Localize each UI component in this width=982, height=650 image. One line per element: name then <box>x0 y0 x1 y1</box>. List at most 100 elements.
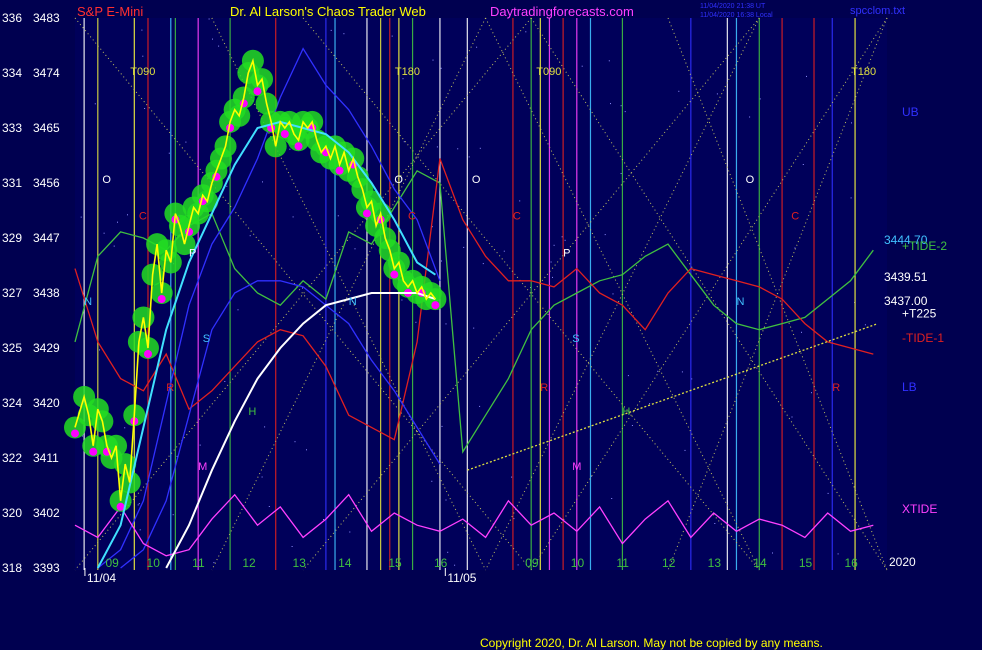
marker-label: C <box>139 211 147 223</box>
star-dot <box>354 248 356 250</box>
star-dot <box>113 245 115 247</box>
star-dot <box>436 146 438 148</box>
y-tick-label-right: 3420 <box>33 396 60 410</box>
star-dot <box>581 65 583 67</box>
x-tick-label: 14 <box>753 556 767 570</box>
y-tick-label-right: 3447 <box>33 231 60 245</box>
magenta-dot <box>390 270 399 279</box>
star-dot <box>482 263 484 265</box>
star-dot <box>503 250 505 252</box>
y-tick-label-left: 336 <box>2 11 22 25</box>
chaos-trader-chart: OCPNSRHMNOCOCPSRHMNOCR T090 T180 T090 T180 … <box>0 0 982 650</box>
file-name: spcclom.txt <box>850 5 905 17</box>
series-label: UB <box>902 105 919 119</box>
y-tick-label-left: 329 <box>2 231 22 245</box>
site-link[interactable]: Daytradingforecasts.com <box>490 4 634 19</box>
star-dot <box>137 504 139 506</box>
marker-label: P <box>189 247 196 259</box>
y-tick-label-right: 3483 <box>33 11 60 25</box>
star-dot <box>212 38 213 40</box>
magenta-dot <box>280 130 289 138</box>
x-tick-label: 09 <box>525 556 539 570</box>
star-dot <box>627 375 629 377</box>
flow-label: T090 <box>536 66 561 78</box>
star-dot <box>620 105 622 107</box>
star-dot <box>811 392 812 394</box>
star-dot <box>291 546 293 547</box>
marker-label: O <box>746 174 755 186</box>
star-dot <box>564 239 566 241</box>
marker-label: H <box>622 406 630 418</box>
marker-label: H <box>248 406 256 418</box>
star-dot <box>561 236 563 238</box>
x-tick-label: 15 <box>799 556 813 570</box>
star-dot <box>441 425 443 427</box>
star-dot <box>302 287 303 289</box>
star-dot <box>172 514 174 516</box>
star-dot <box>649 403 651 405</box>
star-dot <box>476 46 478 48</box>
x-tick-label: 15 <box>388 556 402 570</box>
star-dot <box>124 427 126 429</box>
star-dot <box>552 276 553 278</box>
y-tick-label-right: 3411 <box>33 451 59 465</box>
y-tick-label-left: 322 <box>2 451 22 465</box>
star-dot <box>850 197 852 199</box>
copyright: Copyright 2020, Dr. Al Larson. May not b… <box>480 636 823 650</box>
star-dot <box>791 416 793 418</box>
x-tick-label: 11 <box>192 556 205 570</box>
star-dot <box>806 75 807 77</box>
star-dot <box>337 215 339 217</box>
star-dot <box>445 323 447 325</box>
star-dot <box>657 370 659 372</box>
star-dot <box>468 156 470 158</box>
star-dot <box>612 293 614 295</box>
star-dot <box>432 59 434 61</box>
star-dot <box>684 449 686 451</box>
star-dot <box>292 216 294 218</box>
star-dot <box>224 381 226 382</box>
star-dot <box>218 45 220 47</box>
marker-label: C <box>408 211 416 223</box>
star-dot <box>517 564 519 566</box>
series-label: -TIDE-1 <box>902 331 944 345</box>
star-dot <box>138 503 140 505</box>
star-dot <box>144 108 146 109</box>
star-dot <box>553 244 555 246</box>
marker-label: O <box>102 174 111 186</box>
star-dot <box>440 67 442 69</box>
marker-label: N <box>736 296 744 308</box>
star-dot <box>445 499 447 501</box>
star-dot <box>99 349 100 351</box>
star-dot <box>511 476 513 478</box>
star-dot <box>447 551 449 553</box>
star-dot <box>415 321 417 323</box>
star-dot <box>610 103 611 105</box>
x-tick-label: 09 <box>105 556 119 570</box>
value-label: 3439.51 <box>884 270 928 284</box>
star-dot <box>185 141 187 143</box>
star-dot <box>827 492 829 494</box>
star-dot <box>604 234 606 236</box>
star-dot <box>289 148 291 150</box>
flow-label: T180 <box>395 66 420 78</box>
y-tick-label-right: 3402 <box>33 506 60 520</box>
star-dot <box>620 173 622 174</box>
series-label: +TIDE-2 <box>902 239 947 253</box>
star-dot <box>226 185 228 187</box>
star-dot <box>519 200 521 202</box>
marker-label: R <box>540 382 548 394</box>
star-dot <box>80 216 82 218</box>
star-dot <box>208 18 210 20</box>
star-dot <box>349 531 351 533</box>
star-dot <box>611 498 613 499</box>
star-dot <box>550 261 552 263</box>
series-label: XTIDE <box>902 502 937 516</box>
plot-area <box>75 18 887 570</box>
y-tick-label-right: 3438 <box>33 286 60 300</box>
star-dot <box>264 426 266 428</box>
flow-label: T180 <box>851 66 876 78</box>
chart-title: S&P E-Mini <box>77 4 143 19</box>
x-tick-label: 13 <box>708 556 722 570</box>
x-tick-label: 13 <box>293 556 307 570</box>
